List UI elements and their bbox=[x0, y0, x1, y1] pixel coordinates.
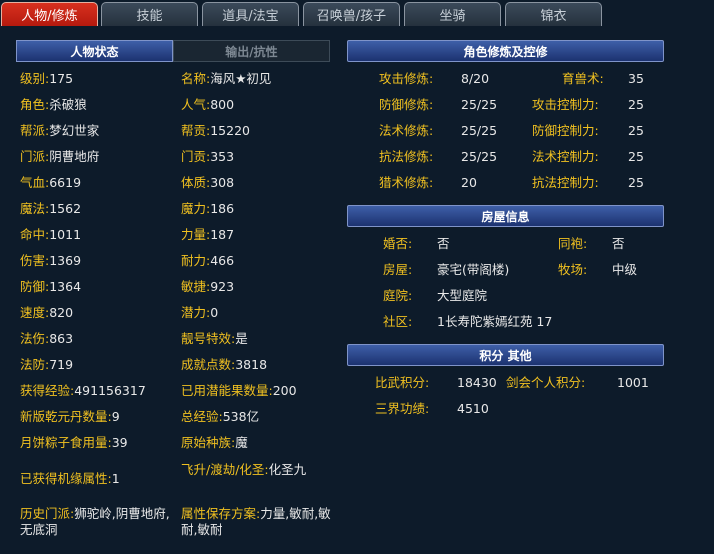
house-sworn: 同袍: bbox=[558, 236, 588, 251]
tab-items[interactable]: 道具/法宝 bbox=[202, 2, 299, 26]
field-agility: 敏捷:923 bbox=[181, 279, 235, 294]
field-potential-fruits: 已用潜能果数量:200 bbox=[181, 383, 297, 398]
cultivation-header: 角色修炼及控修 bbox=[347, 40, 664, 62]
control-defense: 防御控制力: bbox=[532, 123, 599, 138]
control-spell-value: 25 bbox=[628, 149, 644, 164]
field-strength: 力量:187 bbox=[181, 227, 235, 242]
field-attribute-presets: 属性保存方案:力量,敏耐,敏耐,敏耐 bbox=[181, 506, 331, 537]
field-ascension: 飞升/渡劫/化圣:化圣九 bbox=[181, 462, 307, 477]
field-damage: 伤害:1369 bbox=[20, 253, 82, 268]
field-school-contribution: 门贡:353 bbox=[181, 149, 235, 164]
house-community: 社区: bbox=[383, 314, 413, 329]
control-resist: 抗法控制力: bbox=[532, 175, 599, 190]
house-courtyard-value: 大型庭院 bbox=[437, 288, 488, 303]
score-merit-value: 4510 bbox=[457, 401, 489, 416]
field-experience: 获得经验:491156317 bbox=[20, 383, 146, 398]
house-type-value: 豪宅(带阁楼) bbox=[437, 262, 510, 277]
cultivation-attack: 攻击修炼: bbox=[379, 71, 434, 86]
house-courtyard: 庭院: bbox=[383, 288, 413, 303]
tab-mounts[interactable]: 坐骑 bbox=[404, 2, 501, 26]
cultivation-pet-training: 育兽术: bbox=[562, 71, 604, 86]
status-subtabs: 人物状态 输出/抗性 bbox=[16, 40, 330, 62]
cultivation-pet-training-value: 35 bbox=[628, 71, 644, 86]
field-defense: 防御:1364 bbox=[20, 279, 82, 294]
house-header: 房屋信息 bbox=[347, 205, 664, 227]
control-attack-value: 25 bbox=[628, 97, 644, 112]
field-hit: 命中:1011 bbox=[20, 227, 82, 242]
control-resist-value: 25 bbox=[628, 175, 644, 190]
house-married: 婚否: bbox=[383, 236, 413, 251]
score-sword-meet-value: 1001 bbox=[617, 375, 649, 390]
score-sword-meet: 剑会个人积分: bbox=[506, 375, 586, 390]
field-mp: 魔法:1562 bbox=[20, 201, 82, 216]
cultivation-spell: 法术修炼: bbox=[379, 123, 434, 138]
score-pvp: 比武积分: bbox=[375, 375, 430, 390]
field-role: 角色:杀破狼 bbox=[20, 97, 87, 112]
house-ranch: 牧场: bbox=[558, 262, 588, 277]
cultivation-defense-value: 25/25 bbox=[461, 97, 498, 112]
tab-pets[interactable]: 召唤兽/孩子 bbox=[303, 2, 400, 26]
field-endurance: 耐力:466 bbox=[181, 253, 235, 268]
field-guild-contribution: 帮贡:15220 bbox=[181, 123, 250, 138]
field-qianyuan-pills: 新版乾元丹数量:9 bbox=[20, 409, 120, 424]
cultivation-resist-value: 25/25 bbox=[461, 149, 498, 164]
field-school: 门派:阴曹地府 bbox=[20, 149, 100, 164]
score-header: 积分 其他 bbox=[347, 344, 664, 366]
field-constitution: 体质:308 bbox=[181, 175, 235, 190]
house-ranch-value: 中级 bbox=[612, 262, 638, 277]
field-fortune-attributes: 已获得机缘属性:1 bbox=[20, 471, 120, 486]
field-total-experience: 总经验:538亿 bbox=[181, 409, 260, 424]
field-school-history: 历史门派:狮驼岭,阴曹地府,无底洞 bbox=[20, 506, 170, 537]
field-original-race: 原始种族:魔 bbox=[181, 435, 248, 450]
tab-outfits[interactable]: 锦衣 bbox=[505, 2, 602, 26]
field-name: 名称:海风★初见 bbox=[181, 71, 272, 86]
house-married-value: 否 bbox=[437, 236, 450, 251]
field-hp: 气血:6619 bbox=[20, 175, 82, 190]
control-attack: 攻击控制力: bbox=[532, 97, 599, 112]
cultivation-defense: 防御修炼: bbox=[379, 97, 434, 112]
cultivation-resist: 抗法修炼: bbox=[379, 149, 434, 164]
tab-bar: 人物/修炼 技能 道具/法宝 召唤兽/孩子 坐骑 锦衣 bbox=[0, 0, 714, 28]
subtab-character-status[interactable]: 人物状态 bbox=[16, 40, 173, 62]
field-potential: 潜力:0 bbox=[181, 305, 219, 320]
field-achievement-points: 成就点数:3818 bbox=[181, 357, 268, 372]
cultivation-hunting-value: 20 bbox=[461, 175, 477, 190]
tab-character[interactable]: 人物/修炼 bbox=[1, 2, 98, 26]
cultivation-hunting: 猎术修炼: bbox=[379, 175, 434, 190]
house-type: 房屋: bbox=[383, 262, 413, 277]
field-guild: 帮派:梦幻世家 bbox=[20, 123, 100, 138]
house-community-value: 1长寿陀紫嫣红苑 17 bbox=[437, 314, 553, 329]
house-sworn-value: 否 bbox=[612, 236, 625, 251]
control-spell: 法术控制力: bbox=[532, 149, 599, 164]
cultivation-spell-value: 25/25 bbox=[461, 123, 498, 138]
field-magic-damage: 法伤:863 bbox=[20, 331, 74, 346]
score-merit: 三界功绩: bbox=[375, 401, 430, 416]
control-defense-value: 25 bbox=[628, 123, 644, 138]
field-magic: 魔力:186 bbox=[181, 201, 235, 216]
field-popularity: 人气:800 bbox=[181, 97, 235, 112]
field-special-id: 靓号特效:是 bbox=[181, 331, 248, 346]
field-level: 级别:175 bbox=[20, 71, 74, 86]
field-magic-defense: 法防:719 bbox=[20, 357, 74, 372]
tab-skills[interactable]: 技能 bbox=[101, 2, 198, 26]
subtab-output-resistance[interactable]: 输出/抗性 bbox=[173, 40, 330, 62]
cultivation-attack-value: 8/20 bbox=[461, 71, 490, 86]
score-pvp-value: 18430 bbox=[457, 375, 497, 390]
field-speed: 速度:820 bbox=[20, 305, 74, 320]
field-mooncake-consumed: 月饼粽子食用量:39 bbox=[20, 435, 128, 450]
